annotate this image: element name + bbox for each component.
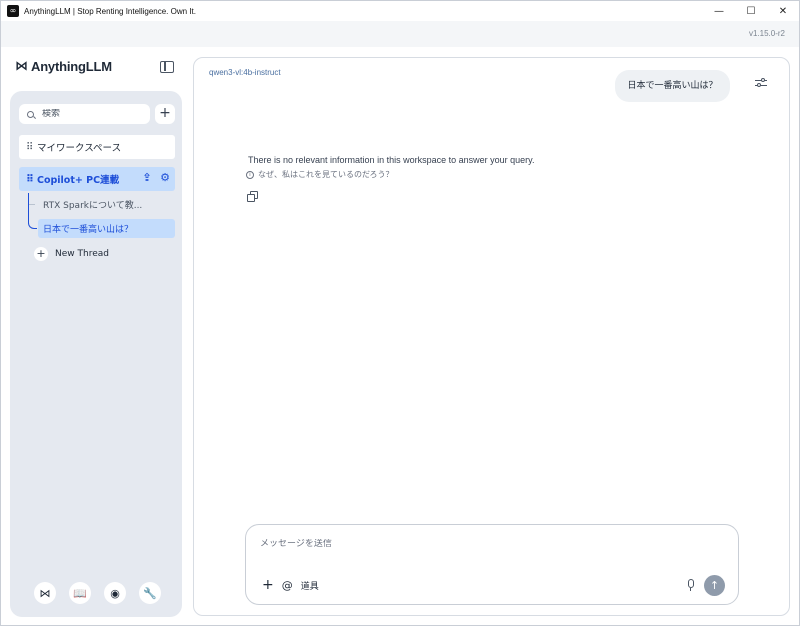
discord-icon[interactable]: ◉ bbox=[104, 582, 126, 604]
workspace-item-active[interactable]: ⠿ Copilot+ PC連載 ⇪ ⚙ bbox=[19, 167, 175, 191]
why-link[interactable]: i なぜ、私はこれを見ているのだろう？ bbox=[246, 169, 394, 180]
new-thread-button[interactable]: + New Thread bbox=[34, 247, 109, 261]
drag-handle-icon[interactable]: ⠿ bbox=[26, 174, 34, 185]
upload-icon[interactable]: ⇪ bbox=[141, 171, 153, 185]
version-label: v1.15.0-r2 bbox=[748, 29, 785, 38]
chat-panel: qwen3-vl:4b-instruct 日本で一番高い山は？ There is… bbox=[193, 57, 790, 616]
send-button[interactable]: ↑ bbox=[704, 575, 725, 596]
sidebar-footer: ⋈ 📖 ◉ 🔧 bbox=[34, 582, 161, 604]
window-controls: — ☐ ✕ bbox=[703, 1, 799, 21]
sidebar-toggle-icon[interactable] bbox=[160, 61, 174, 73]
composer: + @ 道具 ↑ bbox=[245, 524, 739, 605]
thread-item-active[interactable]: 日本で一番高い山は？ bbox=[38, 219, 175, 238]
close-button[interactable]: ✕ bbox=[767, 1, 799, 21]
workspace-actions: ⇪ ⚙ bbox=[141, 171, 171, 185]
plus-icon: + bbox=[34, 247, 48, 261]
minimize-button[interactable]: — bbox=[703, 1, 735, 21]
copy-icon[interactable] bbox=[247, 191, 258, 202]
tools-button[interactable]: 道具 bbox=[301, 579, 319, 592]
anythingllm-logo-icon[interactable]: ⋈ bbox=[34, 582, 56, 604]
drag-handle-icon[interactable]: ⠿ bbox=[26, 142, 33, 153]
info-icon: i bbox=[246, 170, 254, 179]
brand-name: AnythingLLM bbox=[31, 59, 112, 74]
new-thread-label: New Thread bbox=[55, 249, 109, 259]
workspace-label: マイワークスペース bbox=[37, 143, 122, 154]
why-link-label: なぜ、私はこれを見ているのだろう？ bbox=[258, 170, 394, 179]
model-name: qwen3-vl:4b-instruct bbox=[209, 68, 281, 77]
microphone-icon[interactable] bbox=[686, 579, 694, 591]
user-message: 日本で一番高い山は？ bbox=[615, 70, 730, 102]
workspace-label: Copilot+ PC連載 bbox=[37, 175, 120, 186]
thread-label: RTX Sparkについて教... bbox=[43, 201, 143, 211]
search-icon bbox=[27, 110, 34, 118]
docs-book-icon[interactable]: 📖 bbox=[69, 582, 91, 604]
sidebar: + ⠿ マイワークスペース ⠿ Copilot+ PC連載 ⇪ ⚙ RTX Sp… bbox=[10, 91, 182, 617]
anythingllm-logo-icon: ⋈ bbox=[15, 59, 28, 74]
thread-connector bbox=[28, 193, 37, 229]
title-bar: ∞ AnythingLLM | Stop Renting Intelligenc… bbox=[1, 1, 799, 21]
add-workspace-button[interactable]: + bbox=[155, 104, 175, 124]
composer-tools: + @ 道具 bbox=[262, 578, 319, 592]
app-window: ∞ AnythingLLM | Stop Renting Intelligenc… bbox=[0, 0, 800, 626]
at-mention-icon[interactable]: @ bbox=[282, 579, 293, 592]
chat-settings-icon[interactable] bbox=[755, 78, 767, 88]
attach-plus-icon[interactable]: + bbox=[262, 578, 274, 592]
brand: ⋈ AnythingLLM bbox=[15, 59, 112, 74]
window-title: AnythingLLM | Stop Renting Intelligence.… bbox=[24, 6, 196, 16]
workspace-item[interactable]: ⠿ マイワークスペース bbox=[19, 135, 175, 159]
search-box bbox=[19, 104, 150, 124]
message-input[interactable] bbox=[260, 539, 700, 549]
gear-icon[interactable]: ⚙ bbox=[159, 171, 171, 185]
search-input[interactable] bbox=[42, 109, 142, 119]
maximize-button[interactable]: ☐ bbox=[735, 1, 767, 21]
thread-item[interactable]: RTX Sparkについて教... bbox=[29, 195, 175, 214]
assistant-message: There is no relevant information in this… bbox=[248, 155, 535, 165]
thread-label: 日本で一番高い山は？ bbox=[43, 225, 134, 235]
app-logo-icon: ∞ bbox=[7, 5, 19, 17]
version-bar: v1.15.0-r2 bbox=[1, 21, 799, 47]
settings-wrench-icon[interactable]: 🔧 bbox=[139, 582, 161, 604]
